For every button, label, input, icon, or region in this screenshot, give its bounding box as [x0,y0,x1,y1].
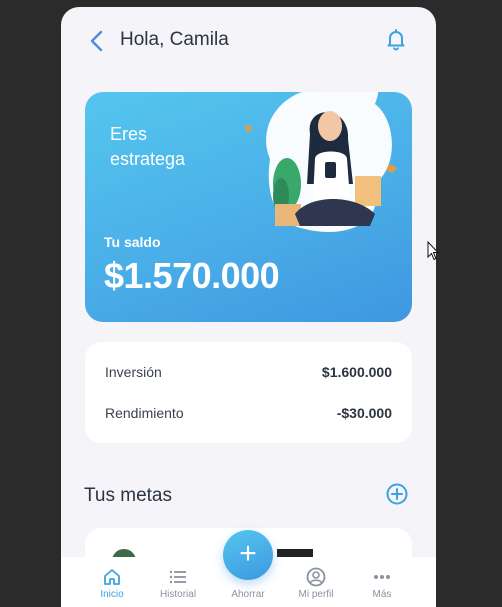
summary-value: -$30.000 [336,405,392,421]
user-icon [306,567,326,587]
investor-profile-tag: Eres estratega [110,124,186,169]
nav-item-mi-perfil[interactable]: Mi perfil [286,567,346,600]
summary-row-investment: Inversión $1.600.000 [105,352,392,392]
chevron-left-icon[interactable] [87,29,107,53]
investor-illustration [245,92,397,232]
mouse-cursor-icon [427,241,439,261]
summary-label: Inversión [105,364,162,380]
nav-item-mas[interactable]: Más [352,567,412,600]
nav-label: Mi perfil [298,589,334,600]
plus-circle-icon[interactable] [386,483,408,505]
top-bar: Hola, Camila [61,7,436,71]
home-icon [104,569,120,585]
goals-title: Tus metas [84,485,172,506]
nav-item-historial[interactable]: Historial [148,567,208,600]
balance-value: $1.570.000 [104,255,280,296]
summary-card: Inversión $1.600.000 Rendimiento -$30.00… [85,342,412,443]
nav-label: Inicio [100,589,124,600]
greeting-title: Hola, Camila [120,29,229,50]
balance-card: Eres estratega Tu saldo $1.570.000 [85,92,412,322]
goal-thumbnail [277,549,313,557]
app-screen: Hola, Camila Eres estratega Tu saldo $1.… [61,7,436,607]
summary-value: $1.600.000 [321,364,392,380]
nav-item-inicio[interactable]: Inicio [82,567,142,600]
nav-label: Ahorrar [231,589,265,600]
balance-label: Tu saldo [104,234,161,250]
more-icon [374,575,390,579]
summary-label: Rendimiento [105,405,184,421]
nav-label: Historial [159,589,197,600]
add-savings-button[interactable]: + [223,530,273,580]
bell-icon[interactable] [384,27,408,51]
nav-label: Más [372,589,392,600]
summary-row-return: Rendimiento -$30.000 [105,393,392,433]
list-icon [169,570,186,584]
